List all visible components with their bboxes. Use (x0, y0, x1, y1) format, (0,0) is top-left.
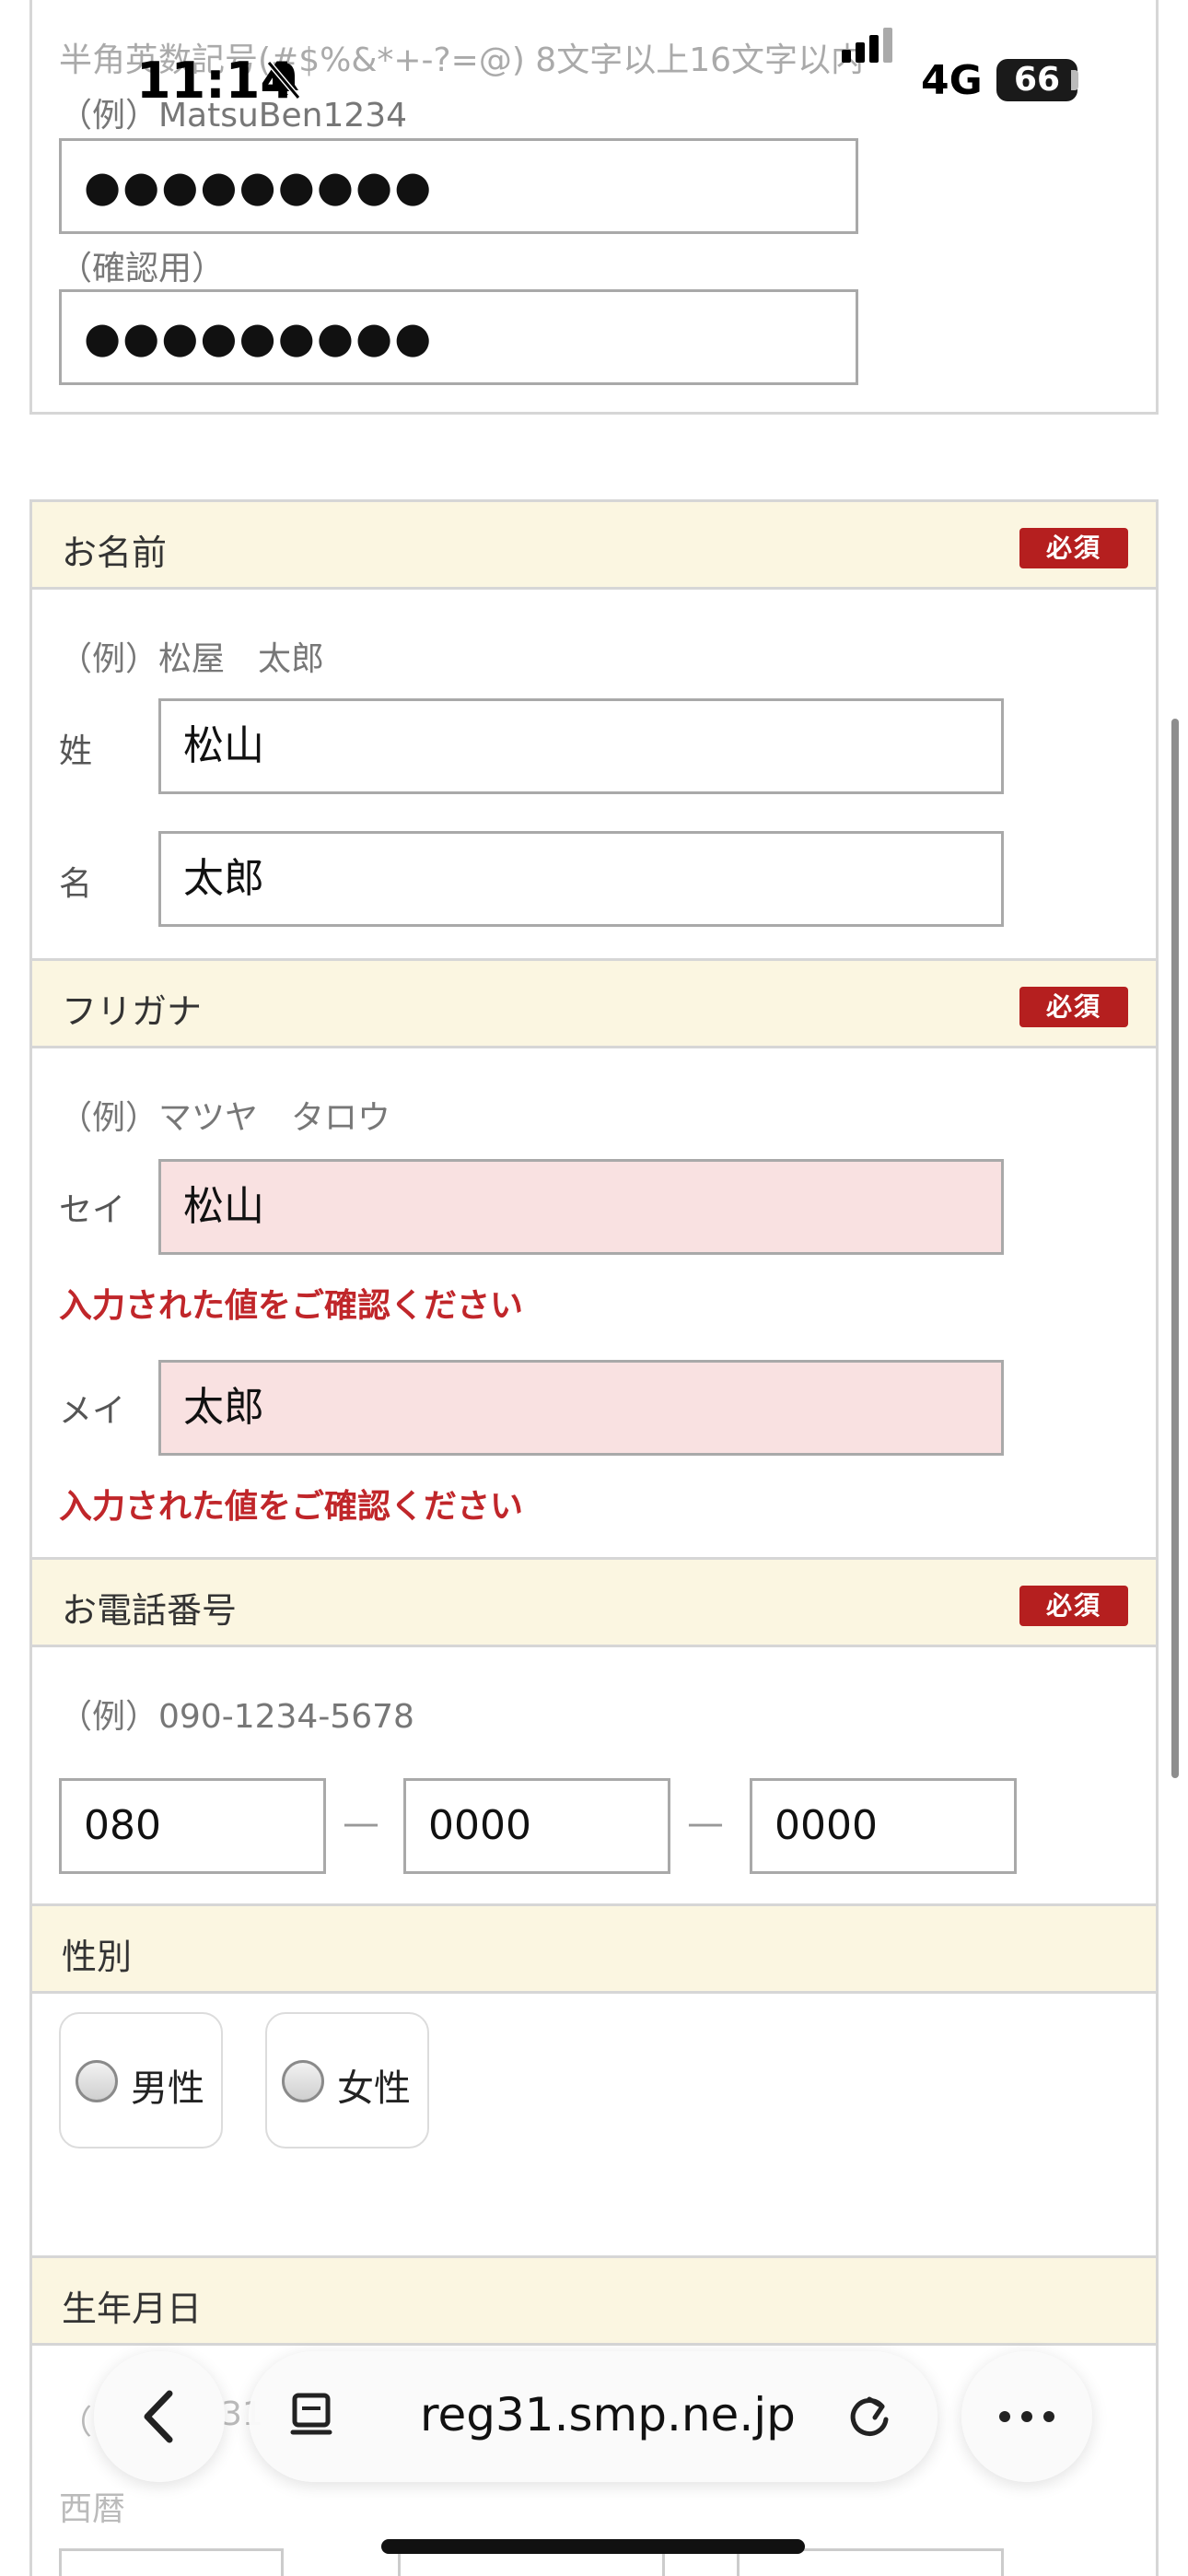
gender-option-label: 女性 (337, 2067, 411, 2110)
phone-section-title: お電話番号 (62, 1590, 238, 1631)
phone-example: （例）090-1234-5678 (59, 1698, 414, 1736)
radio-button[interactable] (282, 2060, 324, 2102)
birth-year-input[interactable] (59, 2548, 284, 2576)
password-confirm-label: （確認用） (59, 250, 226, 287)
gender-section-header: 性別 (29, 1903, 1159, 1994)
gender-option-label: 男性 (131, 2067, 204, 2110)
birthdate-example: （ (59, 2404, 93, 2441)
phone-section-header: お電話番号 必須 (29, 1557, 1159, 1647)
mei-error-message: 入力された値をご確認ください (59, 1488, 524, 1526)
chevron-left-icon (144, 2390, 173, 2443)
battery-tip (1071, 70, 1078, 90)
phone-part2-input[interactable]: 0000 (403, 1778, 670, 1874)
silent-bell-icon (266, 61, 301, 100)
battery-icon: 66 (996, 59, 1077, 101)
required-badge: 必須 (1019, 987, 1128, 1027)
last-name-input[interactable]: 松山 (158, 698, 1004, 794)
home-indicator[interactable] (381, 2539, 805, 2554)
furigana-section-header: フリガナ 必須 (29, 958, 1159, 1048)
network-type: 4G (921, 57, 983, 104)
sei-label: セイ (59, 1191, 126, 1229)
gender-option-male[interactable]: 男性 (59, 2012, 223, 2149)
sei-error-message: 入力された値をご確認ください (59, 1287, 524, 1325)
page-scrollbar[interactable] (1171, 719, 1179, 1778)
name-section-title: お名前 (62, 533, 168, 573)
password-field[interactable]: ●●●●●●●●● (59, 138, 858, 234)
required-badge: 必須 (1019, 528, 1128, 568)
birthdate-section-header: 生年月日 (29, 2255, 1159, 2346)
phone-separator: — (343, 1802, 379, 1844)
gender-section-title: 性別 (62, 1937, 133, 1977)
era-label: 西暦 (59, 2490, 126, 2528)
phone-part1-input[interactable]: 080 (59, 1778, 326, 1874)
address-bar[interactable]: reg31.smp.ne.jp (249, 2351, 938, 2482)
sei-input[interactable]: 松山 (158, 1159, 1004, 1255)
url-text: reg31.smp.ne.jp (420, 2388, 796, 2441)
last-name-label: 姓 (59, 732, 93, 770)
furigana-section-title: フリガナ (62, 991, 203, 1032)
birthdate-section-title: 生年月日 (62, 2289, 203, 2329)
ellipsis-icon (999, 2411, 1054, 2422)
more-options-button[interactable] (961, 2351, 1092, 2482)
reload-icon[interactable] (842, 2390, 897, 2445)
mei-label: メイ (59, 1392, 126, 1430)
phone-part3-input[interactable]: 0000 (750, 1778, 1017, 1874)
radio-button[interactable] (76, 2060, 118, 2102)
furigana-example: （例）マツヤ タロウ (59, 1099, 391, 1137)
back-button[interactable] (94, 2351, 225, 2482)
mei-input[interactable]: 太郎 (158, 1360, 1004, 1456)
page-menu-icon[interactable] (285, 2388, 341, 2443)
gender-option-female[interactable]: 女性 (265, 2012, 429, 2149)
phone-separator: — (687, 1802, 724, 1844)
first-name-label: 名 (59, 865, 93, 903)
first-name-input[interactable]: 太郎 (158, 831, 1004, 927)
name-section-header: お名前 必須 (29, 499, 1159, 590)
password-confirm-field[interactable]: ●●●●●●●●● (59, 289, 858, 385)
name-example: （例）松屋 太郎 (59, 640, 325, 678)
required-badge: 必須 (1019, 1586, 1128, 1626)
